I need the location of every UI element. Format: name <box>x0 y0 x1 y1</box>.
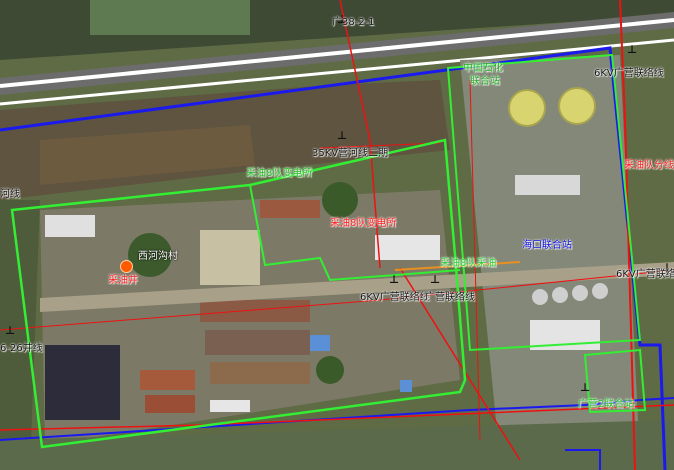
roof-building <box>200 300 310 322</box>
station-label: 海口联合站 <box>522 240 572 251</box>
sand-yard <box>200 230 260 285</box>
small-tank[interactable] <box>572 285 588 301</box>
line-label: 采油8队采油 <box>440 258 497 269</box>
roof-building <box>140 370 195 390</box>
well-label: 采油井 <box>108 275 138 286</box>
line-label: 6KV广营联络线 <box>616 269 674 280</box>
power-pole-icon[interactable]: ⊥ <box>389 274 399 285</box>
power-pole-icon[interactable]: ⊥ <box>580 382 590 393</box>
white-building <box>515 175 580 195</box>
white-building <box>375 235 440 260</box>
power-pole-icon[interactable]: ⊥ <box>5 325 15 336</box>
roof-building <box>205 330 310 355</box>
substation-label: 采油8队变电所 <box>330 218 397 229</box>
small-tank[interactable] <box>552 287 568 303</box>
well-marker-icon[interactable] <box>120 260 133 273</box>
small-tank[interactable] <box>532 289 548 305</box>
power-pole-icon[interactable]: ⊥ <box>430 274 440 285</box>
blue-roof <box>310 335 330 351</box>
village-label: 西河沟村 <box>138 251 178 262</box>
line-label: 6-26井线 <box>0 343 43 354</box>
top-field-patch <box>90 0 250 35</box>
white-building <box>210 400 250 412</box>
line-label: 6KV广营联络线 <box>594 68 664 79</box>
line-label: 6KV广营联络线 <box>360 292 430 303</box>
roof-building <box>145 395 195 413</box>
power-pole-icon[interactable]: ⊥ <box>627 44 637 55</box>
station-label: 广营2联合站 <box>578 399 635 410</box>
power-pole-icon[interactable]: ⊥ <box>337 130 347 141</box>
blue-roof <box>400 380 412 392</box>
roof-building <box>260 200 320 218</box>
pond <box>45 345 120 420</box>
line-label: 广营联络线 <box>425 292 475 303</box>
oil-tank[interactable] <box>508 89 546 127</box>
white-building <box>45 215 95 237</box>
station-label: 中国石化 <box>463 63 503 74</box>
tree-cluster <box>322 182 358 218</box>
substation-label: 采油8队变电所 <box>246 168 313 179</box>
small-tank[interactable] <box>592 283 608 299</box>
roof-building <box>210 362 310 384</box>
tree-cluster <box>316 356 344 384</box>
oil-tank[interactable] <box>558 87 596 125</box>
map-view[interactable]: ⊥ ⊥ ⊥ ⊥ ⊥ ⊥ ⊥ ⊥ 广38-2-1 中国石化 联合站 6KV广营联络… <box>0 0 674 470</box>
line-label: 35KV营河线二期 <box>312 148 389 159</box>
line-label: 河线 <box>0 189 20 200</box>
line-label: 采油队分线 <box>624 160 674 171</box>
map-canvas <box>0 0 674 470</box>
line-label: 广38-2-1 <box>332 17 375 28</box>
station-label: 联合站 <box>470 76 500 87</box>
